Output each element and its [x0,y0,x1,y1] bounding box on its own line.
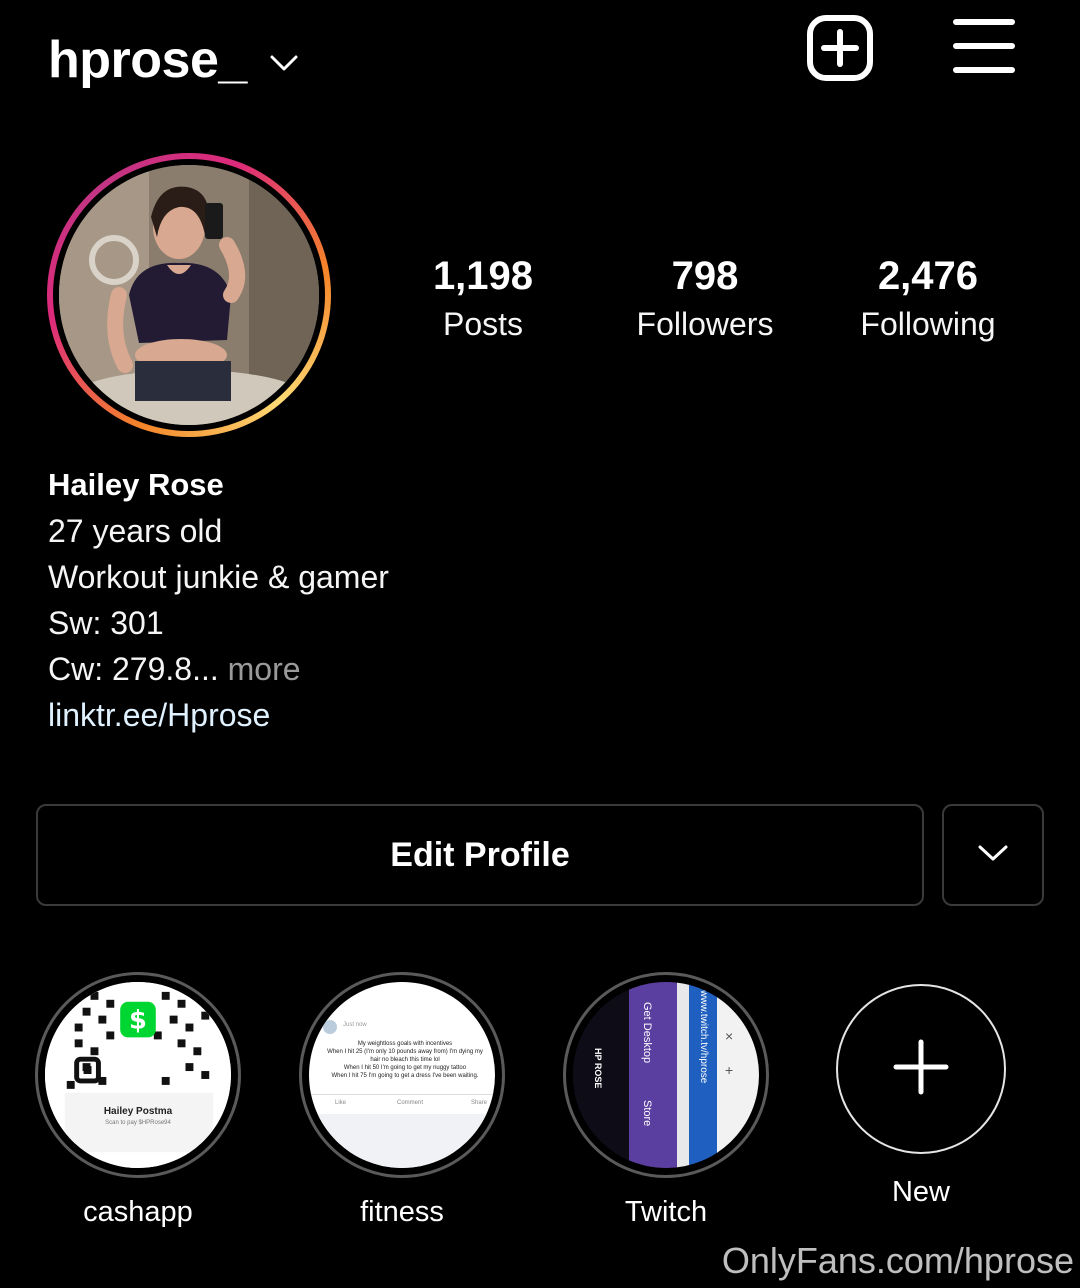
like-label: Like [335,1100,347,1106]
bio-ellipsis: ... [192,651,219,687]
cashapp-name: Hailey Postma [103,1106,173,1117]
stat-following[interactable]: 2,476 Following [828,252,1028,348]
get-desktop-text: Get Desktop [641,1002,653,1064]
highlight-label: cashapp [83,1196,193,1228]
new-tab-icon: + [725,1062,734,1078]
posts-count: 1,198 [432,254,534,298]
close-tab-icon: × [725,1028,734,1044]
highlight-twitch[interactable]: Get Desktop Store www.twitch.tv/hprose H… [563,972,769,1229]
posts-label: Posts [442,306,524,342]
watermark: OnlyFans.com/hprose [721,1240,1074,1281]
plus-icon [892,1038,950,1101]
highlight-thumbnail: Get Desktop Store www.twitch.tv/hprose H… [573,982,759,1168]
new-post-icon[interactable] [806,14,874,82]
highlight-label: fitness [360,1196,444,1228]
bio-line: 27 years old [48,513,223,549]
bio-line: Sw: 301 [48,605,164,641]
store-text: Store [641,1100,653,1127]
post-line: When I hit 25 (I'm only 10 pounds away f… [327,1049,483,1055]
username: hprose_ [48,31,247,89]
stat-followers[interactable]: 798 Followers [605,252,805,348]
profile-page: hprose_ 1,198 Posts 798 Followers 2,476 … [0,0,1080,1288]
suggested-accounts-button[interactable] [942,804,1044,906]
post-line: When I hit 75 I'm going to get a dress I… [331,1073,479,1079]
share-label: Share [471,1100,488,1106]
post-avatar [323,1020,337,1034]
divider [309,1094,495,1095]
chevron-down-icon [269,53,299,78]
highlight-new[interactable]: New [836,984,1006,1209]
menu-icon[interactable] [952,16,1016,76]
bio-line: Cw: 279.8 [48,651,193,687]
highlight-label: Twitch [624,1196,708,1228]
following-count: 2,476 [877,254,979,298]
browser-chrome [717,982,759,1168]
twitch-sidebar [629,982,677,1168]
highlight-ring: Get Desktop Store www.twitch.tv/hprose H… [563,972,769,1178]
display-name: Hailey Rose [48,467,224,502]
post-time: Just now [343,1022,367,1028]
chevron-down-icon [977,843,1009,868]
bio-line-truncated: Cw: 279.8... more [48,646,389,692]
highlight-thumbnail: Just now My weightloss goals with incent… [309,982,495,1168]
bio-more-link[interactable]: more [219,651,301,687]
twitch-url: www.twitch.tv/hprose [698,990,709,1084]
comment-label: Comment [397,1100,424,1106]
tab-strip [677,982,689,1168]
cashapp-sub: Scan to pay $HPRose94 [105,1120,171,1126]
bio-line: Workout junkie & gamer [48,559,389,595]
channel-logo: HP ROSE [593,1048,603,1089]
highlight-ring: Just now My weightloss goals with incent… [299,972,505,1178]
highlight-ring: $ Hailey Postma Scan to pay $HPRose94 [35,972,241,1178]
post-line: When I hit 50 I'm going to get my nuggy … [343,1065,467,1071]
avatar-photo [59,165,319,425]
highlight-thumbnail: $ Hailey Postma Scan to pay $HPRose94 [45,982,231,1168]
svg-text:$: $ [129,1006,147,1036]
new-highlight-ring [836,984,1006,1154]
highlight-cashapp[interactable]: $ Hailey Postma Scan to pay $HPRose94 ca… [35,972,241,1229]
qr-code-icon: $ [45,982,231,1168]
following-label: Following [860,306,996,342]
edit-profile-button[interactable]: Edit Profile [36,804,924,906]
avatar-border [53,159,325,431]
highlight-fitness[interactable]: Just now My weightloss goals with incent… [299,972,505,1229]
post-line: hair no bleach this time lol [370,1057,440,1063]
followers-label: Followers [636,306,774,342]
account-switcher[interactable]: hprose_ [48,30,299,90]
feed-bg [309,1114,495,1168]
post-text: My weightloss goals with incentives When… [317,1040,493,1080]
stat-posts[interactable]: 1,198 Posts [383,252,583,348]
highlight-label: New [891,1176,950,1208]
followers-count: 798 [671,254,739,298]
bio: Hailey Rose 27 years old Workout junkie … [48,462,389,738]
avatar[interactable] [47,153,331,437]
bio-link[interactable]: linktr.ee/Hprose [48,692,389,738]
post-line: My weightloss goals with incentives [357,1041,453,1047]
